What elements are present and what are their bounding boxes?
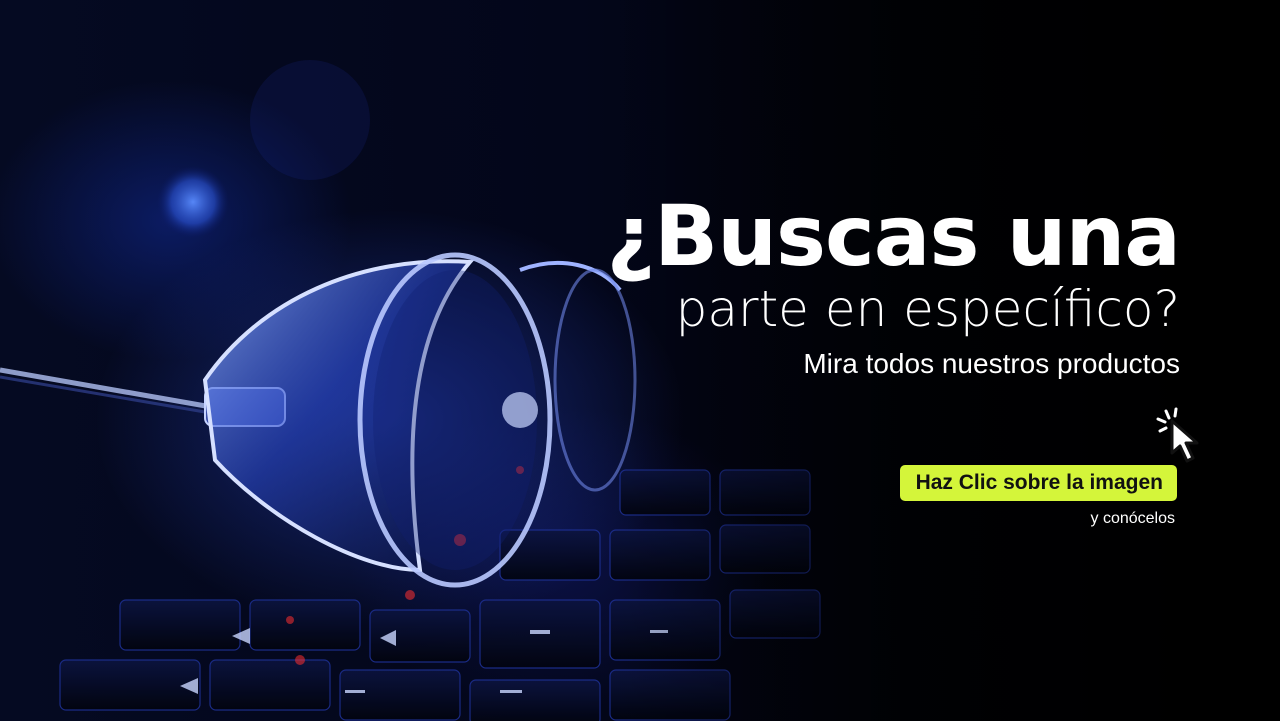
cta-button[interactable]: Haz Clic sobre la imagen	[899, 465, 1177, 501]
subheadline: parte en específico?	[675, 280, 1180, 338]
promo-banner[interactable]: ¿Buscas una parte en específico? Mira to…	[0, 0, 1280, 721]
cta-sublabel: y conócelos	[1090, 510, 1176, 527]
tagline: Mira todos nuestros productos	[803, 348, 1180, 379]
banner-copy: ¿Buscas una parte en específico? Mira to…	[606, 186, 1181, 382]
mouse-pointer-click-icon	[1156, 407, 1199, 463]
headline: ¿Buscas una	[606, 187, 1181, 285]
